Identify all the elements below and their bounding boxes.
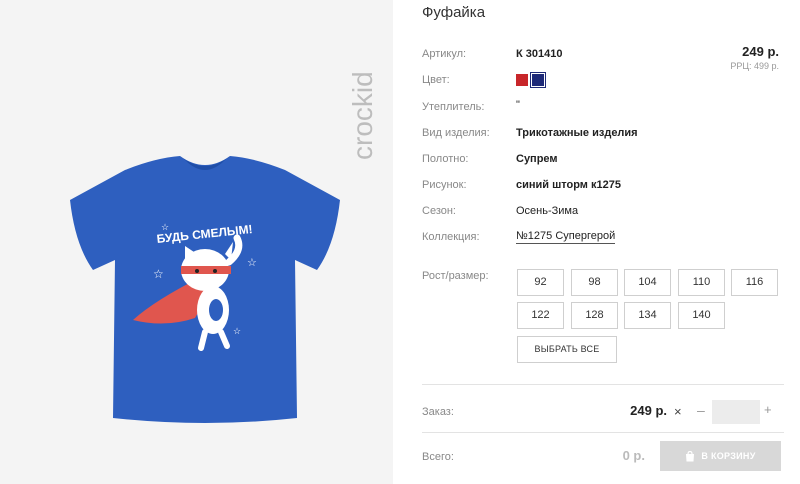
order-label: Заказ: <box>422 406 454 418</box>
quantity-decrease-button[interactable]: – <box>697 402 705 418</box>
color-label: Цвет: <box>422 74 450 86</box>
add-to-cart-label: В КОРЗИНУ <box>701 451 756 461</box>
season-value: Осень-Зима <box>516 205 579 217</box>
size-option-98[interactable]: 98 <box>571 269 618 296</box>
add-to-cart-button[interactable]: В КОРЗИНУ <box>660 441 781 471</box>
fabric-value: Супрем <box>516 153 558 165</box>
season-label: Сезон: <box>422 205 456 217</box>
order-price: 249 р. <box>630 403 667 418</box>
size-label: Рост/размер: <box>422 270 489 282</box>
total-value: 0 р. <box>622 448 645 463</box>
product-price: 249 р. <box>742 44 779 59</box>
shopping-bag-icon <box>686 450 695 461</box>
color-swatch-red[interactable] <box>516 74 528 86</box>
product-photo[interactable]: БУДЬ СМЕЛЫМ! ☆ ☆ ☆ ☆ <box>55 150 355 430</box>
size-option-122[interactable]: 122 <box>517 302 564 329</box>
size-option-104[interactable]: 104 <box>624 269 671 296</box>
size-option-128[interactable]: 128 <box>571 302 618 329</box>
svg-text:☆: ☆ <box>233 326 241 336</box>
multiply-icon: × <box>674 404 682 419</box>
collection-link[interactable]: №1275 Супергерой <box>516 230 616 244</box>
product-title: Фуфайка <box>422 4 486 21</box>
pattern-label: Рисунок: <box>422 179 467 191</box>
item-type-label: Вид изделия: <box>422 127 490 139</box>
collection-label: Коллекция: <box>422 231 480 243</box>
size-option-116[interactable]: 116 <box>731 269 778 296</box>
brand-logo-text: crockid <box>347 71 378 160</box>
size-option-134[interactable]: 134 <box>624 302 671 329</box>
recommended-retail-price: РРЦ: 499 р. <box>730 61 779 71</box>
quantity-increase-button[interactable]: + <box>764 402 772 417</box>
quantity-input[interactable] <box>712 400 760 424</box>
divider <box>422 384 784 385</box>
size-option-140[interactable]: 140 <box>678 302 725 329</box>
size-option-92[interactable]: 92 <box>517 269 564 296</box>
item-type-value: Трикотажные изделия <box>516 127 638 139</box>
size-option-110[interactable]: 110 <box>678 269 725 296</box>
svg-text:☆: ☆ <box>161 222 169 232</box>
total-label: Всего: <box>422 451 454 463</box>
brand-logo: crockid <box>347 71 378 160</box>
svg-text:☆: ☆ <box>247 257 257 269</box>
fabric-label: Полотно: <box>422 153 469 165</box>
collection-link-wrap[interactable]: №1275 Супергерой <box>516 230 616 244</box>
product-image-panel: crockid БУДЬ СМЕЛЫМ! ☆ ☆ ☆ ☆ <box>0 0 393 484</box>
divider <box>422 432 784 433</box>
select-all-sizes-button[interactable]: ВЫБРАТЬ ВСЕ <box>517 336 617 363</box>
color-swatch-navy[interactable] <box>530 72 546 88</box>
insulation-value: " <box>516 99 520 111</box>
article-value: К 301410 <box>516 48 563 60</box>
insulation-label: Утеплитель: <box>422 101 485 113</box>
svg-text:☆: ☆ <box>153 267 164 281</box>
pattern-value: синий шторм к1275 <box>516 179 621 191</box>
article-label: Артикул: <box>422 48 467 60</box>
